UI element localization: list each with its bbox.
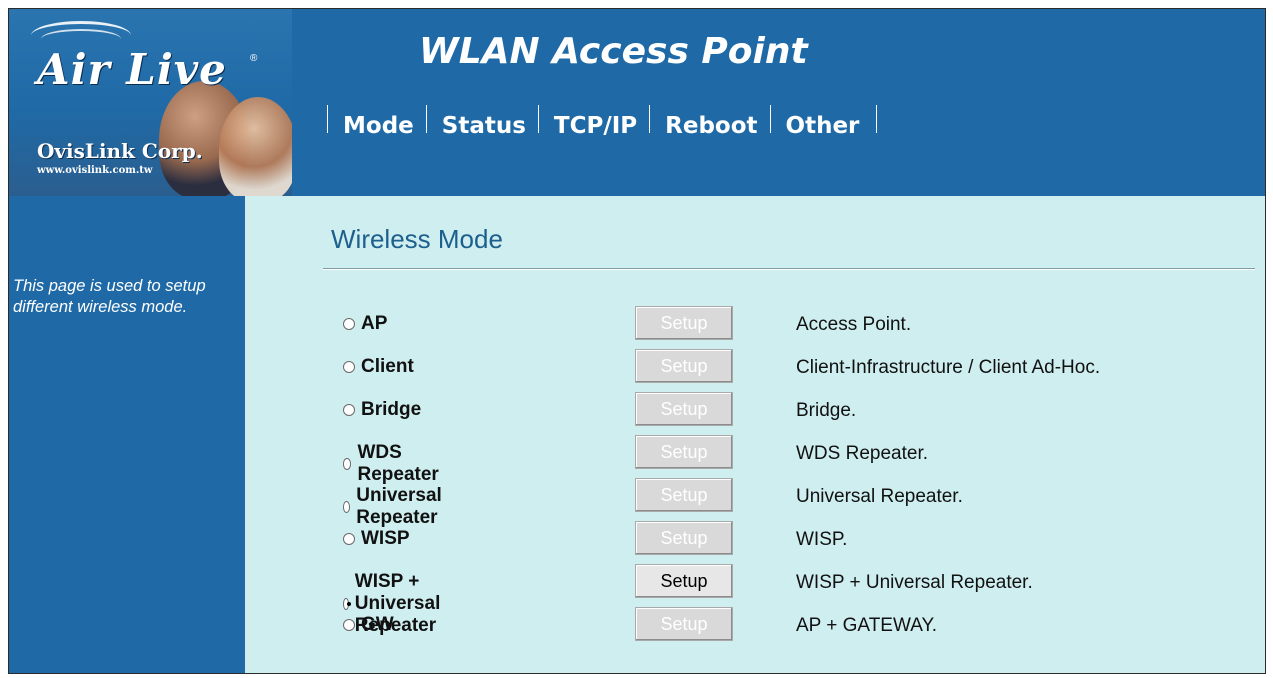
airlive-logo: Air Live	[37, 45, 227, 94]
page-frame: Air Live ® OvisLink Corp. www.ovislink.c…	[8, 8, 1266, 674]
title-divider	[323, 268, 1255, 270]
mode-description: Access Point.	[796, 314, 912, 335]
setup-button-gw[interactable]: Setup	[635, 607, 733, 641]
mode-label: AP	[361, 313, 388, 334]
sidebar-help-text: This page is used to setup different wir…	[13, 277, 206, 316]
radio-icon[interactable]	[343, 598, 351, 610]
tab-mode[interactable]: Mode	[327, 105, 426, 145]
sidebar: This page is used to setup different wir…	[9, 196, 245, 673]
corp-name: OvisLink Corp.	[37, 139, 203, 163]
setup-button-ap[interactable]: Setup	[635, 306, 733, 340]
mode-radio-wisp[interactable]: WISP	[343, 528, 410, 550]
mode-description: Bridge.	[796, 400, 857, 421]
setup-button-bridge[interactable]: Setup	[635, 392, 733, 426]
radio-icon[interactable]	[343, 404, 355, 416]
setup-button-client[interactable]: Setup	[635, 349, 733, 383]
mode-radio-client[interactable]: Client	[343, 356, 414, 378]
logo-photo-person-child	[219, 97, 292, 196]
mode-radio-ap[interactable]: AP	[343, 313, 387, 335]
mode-description: WDS Repeater.	[796, 443, 928, 464]
radio-icon[interactable]	[343, 501, 351, 513]
mode-description: Client-Infrastructure / Client Ad-Hoc.	[796, 357, 1101, 378]
radio-icon[interactable]	[343, 361, 355, 373]
mode-radio-gw[interactable]: GW	[343, 614, 394, 636]
logo-registered-mark: ®	[250, 53, 258, 64]
mode-label: WDS Repeater	[357, 442, 439, 485]
mode-description: WISP.	[796, 529, 848, 550]
corp-url: www.ovislink.com.tw	[37, 165, 153, 176]
mode-label: GW	[361, 614, 394, 635]
mode-label: Bridge	[361, 399, 422, 420]
setup-button-universal-repeater[interactable]: Setup	[635, 478, 733, 512]
radio-icon[interactable]	[343, 619, 355, 631]
tab-reboot[interactable]: Reboot	[649, 105, 769, 145]
header: Air Live ® OvisLink Corp. www.ovislink.c…	[9, 9, 1265, 196]
mode-description: AP + GATEWAY.	[796, 615, 937, 636]
tab-other[interactable]: Other	[769, 105, 878, 145]
tab-tcpip[interactable]: TCP/IP	[537, 105, 649, 145]
mode-label: Client	[361, 356, 414, 377]
logo-area: Air Live ® OvisLink Corp. www.ovislink.c…	[9, 9, 292, 196]
mode-radio-bridge[interactable]: Bridge	[343, 399, 421, 421]
main-content: Wireless Mode AP Setup Access Point. Cli…	[245, 196, 1265, 673]
top-nav: Mode Status TCP/IP Reboot Other	[327, 105, 878, 145]
setup-button-wisp-universal-repeater[interactable]: Setup	[635, 564, 733, 598]
radio-icon[interactable]	[343, 458, 352, 470]
radio-icon[interactable]	[343, 533, 355, 545]
radio-icon[interactable]	[343, 318, 355, 330]
setup-button-wds-repeater[interactable]: Setup	[635, 435, 733, 469]
mode-label: Universal Repeater	[356, 485, 442, 528]
mode-description: WISP + Universal Repeater.	[796, 572, 1033, 593]
mode-label: WISP	[361, 528, 410, 549]
product-title: WLAN Access Point	[419, 31, 808, 72]
mode-radio-wds-repeater[interactable]: WDS Repeater	[343, 442, 442, 486]
mode-description: Universal Repeater.	[796, 486, 963, 507]
setup-button-wisp[interactable]: Setup	[635, 521, 733, 555]
tab-status[interactable]: Status	[425, 105, 538, 145]
mode-radio-universal-repeater[interactable]: Universal Repeater	[343, 485, 447, 529]
page-title: Wireless Mode	[331, 224, 503, 254]
